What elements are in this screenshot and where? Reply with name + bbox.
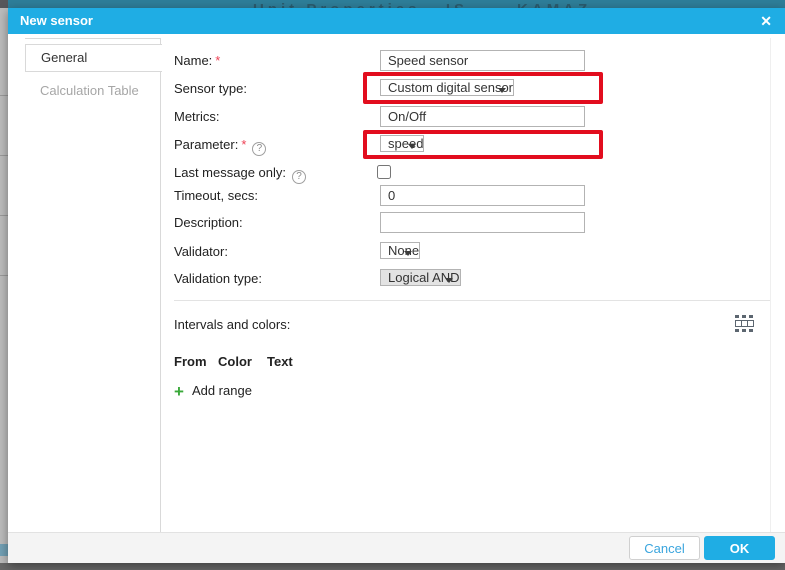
column-header-text: Text (267, 354, 293, 369)
field-row-name: Name:* (174, 50, 785, 71)
help-icon[interactable]: ? (292, 170, 306, 184)
metrics-input[interactable] (380, 106, 585, 127)
validator-label: Validator: (174, 241, 228, 262)
chevron-down-icon (404, 251, 412, 256)
metrics-label: Metrics: (174, 106, 220, 127)
parameter-select[interactable]: speed (380, 135, 424, 152)
field-row-last-message-only: Last message only:? (174, 162, 785, 183)
validator-select[interactable]: None (380, 242, 420, 259)
name-input[interactable] (380, 50, 585, 71)
validation-type-label: Validation type: (174, 268, 262, 289)
tab-calculation-table[interactable]: Calculation Table (40, 83, 139, 98)
add-range-label: Add range (192, 383, 252, 398)
dialog-titlebar: New sensor ✕ (8, 8, 785, 34)
chevron-down-icon (445, 278, 453, 283)
column-header-color: Color (218, 354, 252, 369)
section-divider (174, 300, 770, 301)
cancel-button[interactable]: Cancel (629, 536, 700, 560)
required-asterisk: * (215, 53, 220, 68)
tabs-top-border (25, 38, 161, 39)
background-row-line (0, 95, 8, 96)
tab-general[interactable]: General (25, 44, 162, 72)
background-blue-element (0, 544, 8, 556)
new-sensor-dialog: New sensor ✕ General Calculation Table N… (8, 8, 785, 563)
ok-button[interactable]: OK (704, 536, 775, 560)
field-row-validation-type: Validation type: Logical AND (174, 268, 785, 289)
field-row-parameter: Parameter:*? speed (174, 134, 785, 155)
intervals-and-colors-label: Intervals and colors: (174, 317, 290, 332)
plus-icon: + (174, 383, 184, 400)
chevron-down-icon (498, 88, 506, 93)
background-row-line (0, 215, 8, 216)
description-label: Description: (174, 212, 243, 233)
help-icon[interactable]: ? (252, 142, 266, 156)
dialog-body: General Calculation Table Name:* Sensor … (8, 34, 785, 532)
intervals-grid-icon[interactable] (735, 315, 755, 332)
sidebar-divider (160, 38, 161, 532)
sensor-type-label: Sensor type: (174, 78, 247, 99)
field-row-timeout: Timeout, secs: (174, 185, 785, 206)
parameter-label: Parameter: (174, 137, 238, 152)
field-row-description: Description: (174, 212, 785, 233)
parameter-value: speed (388, 136, 423, 151)
field-row-metrics: Metrics: (174, 106, 785, 127)
validation-type-select[interactable]: Logical AND (380, 269, 461, 286)
dialog-title: New sensor (20, 8, 93, 34)
background-row-line (0, 155, 8, 156)
sensor-type-value: Custom digital sensor (388, 80, 513, 95)
last-message-only-checkbox[interactable] (377, 165, 391, 179)
close-icon[interactable]: ✕ (757, 8, 775, 34)
background-corner (0, 0, 8, 8)
background-row-line (0, 275, 8, 276)
background-bottom-strip (0, 563, 785, 570)
field-row-sensor-type: Sensor type: Custom digital sensor (174, 78, 785, 99)
add-range-button[interactable]: + Add range (174, 382, 252, 400)
name-label: Name: (174, 53, 212, 68)
description-input[interactable] (380, 212, 585, 233)
column-header-from: From (174, 354, 207, 369)
timeout-input[interactable] (380, 185, 585, 206)
field-row-validator: Validator: None (174, 241, 785, 262)
screen: Unit Properties - IS KAMAZ New sensor ✕ … (0, 0, 785, 570)
last-message-only-label: Last message only: (174, 165, 286, 180)
required-asterisk: * (241, 137, 246, 152)
dialog-footer: Cancel OK (8, 532, 785, 563)
timeout-label: Timeout, secs: (174, 185, 258, 206)
chevron-down-icon (408, 144, 416, 149)
sensor-type-select[interactable]: Custom digital sensor (380, 79, 514, 96)
background-left-strip (0, 0, 8, 570)
